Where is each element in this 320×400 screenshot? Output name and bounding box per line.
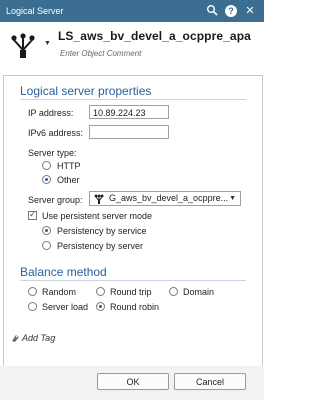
ip-address-label: IP address: xyxy=(28,108,74,118)
cancel-button[interactable]: Cancel xyxy=(174,373,246,390)
server-type-other-label: Other xyxy=(57,175,80,185)
logical-server-properties-title: Logical server properties xyxy=(20,84,152,98)
object-name[interactable]: LS_aws_bv_devel_a_ocppre_apa xyxy=(58,29,251,43)
tag-icon[interactable] xyxy=(10,333,20,343)
close-icon[interactable]: ✕ xyxy=(243,4,257,18)
persistency-by-service-radio[interactable] xyxy=(42,226,51,235)
section-divider xyxy=(20,280,246,281)
server-group-label: Server group: xyxy=(28,195,83,205)
window-title: Logical Server xyxy=(6,6,64,16)
chevron-down-icon: ▼ xyxy=(229,195,236,202)
balance-random-radio[interactable] xyxy=(28,287,37,296)
section-divider xyxy=(20,99,246,100)
balance-domain-label: Domain xyxy=(183,287,215,297)
server-group-value: G_aws_bv_devel_a_ocppre... xyxy=(109,193,229,203)
persistent-mode-checkbox[interactable] xyxy=(28,209,37,220)
add-tag-link[interactable]: Add Tag xyxy=(22,333,55,343)
balance-domain-radio[interactable] xyxy=(169,287,178,296)
balance-round-trip-radio[interactable] xyxy=(96,287,105,296)
balance-method-title: Balance method xyxy=(20,265,107,279)
ok-button[interactable]: OK xyxy=(97,373,169,390)
server-group-icon xyxy=(94,194,104,204)
object-comment-field[interactable]: Enter Object Comment xyxy=(60,49,141,58)
ipv6-address-label: IPv6 address: xyxy=(28,128,84,138)
balance-random-label: Random xyxy=(42,287,77,297)
ip-address-input[interactable]: 10.89.224.23 xyxy=(89,105,169,119)
balance-server-load-radio[interactable] xyxy=(28,302,37,311)
title-bar: Logical Server ? ✕ xyxy=(0,0,264,22)
balance-round-trip-label: Round trip xyxy=(110,287,152,297)
balance-round-robin-radio[interactable] xyxy=(96,302,105,311)
server-type-http-radio[interactable] xyxy=(42,161,51,170)
balance-round-robin-label: Round robin xyxy=(110,302,160,312)
ipv6-address-input[interactable] xyxy=(89,125,169,139)
persistent-mode-label: Use persistent server mode xyxy=(42,211,153,221)
persistency-by-server-radio[interactable] xyxy=(42,241,51,250)
logical-server-icon[interactable] xyxy=(8,30,38,60)
object-menu-chevron-down-icon[interactable]: ▼ xyxy=(44,40,51,47)
search-icon[interactable] xyxy=(205,4,219,18)
server-type-label: Server type: xyxy=(28,148,77,158)
server-type-other-radio[interactable] xyxy=(42,175,51,184)
help-icon[interactable]: ? xyxy=(224,4,238,18)
server-type-http-label: HTTP xyxy=(57,161,81,171)
persistency-by-service-label: Persistency by service xyxy=(57,226,147,236)
balance-server-load-label: Server load xyxy=(42,302,89,312)
server-group-select[interactable]: G_aws_bv_devel_a_ocppre... ▼ xyxy=(89,191,241,206)
persistency-by-server-label: Persistency by server xyxy=(57,241,144,251)
